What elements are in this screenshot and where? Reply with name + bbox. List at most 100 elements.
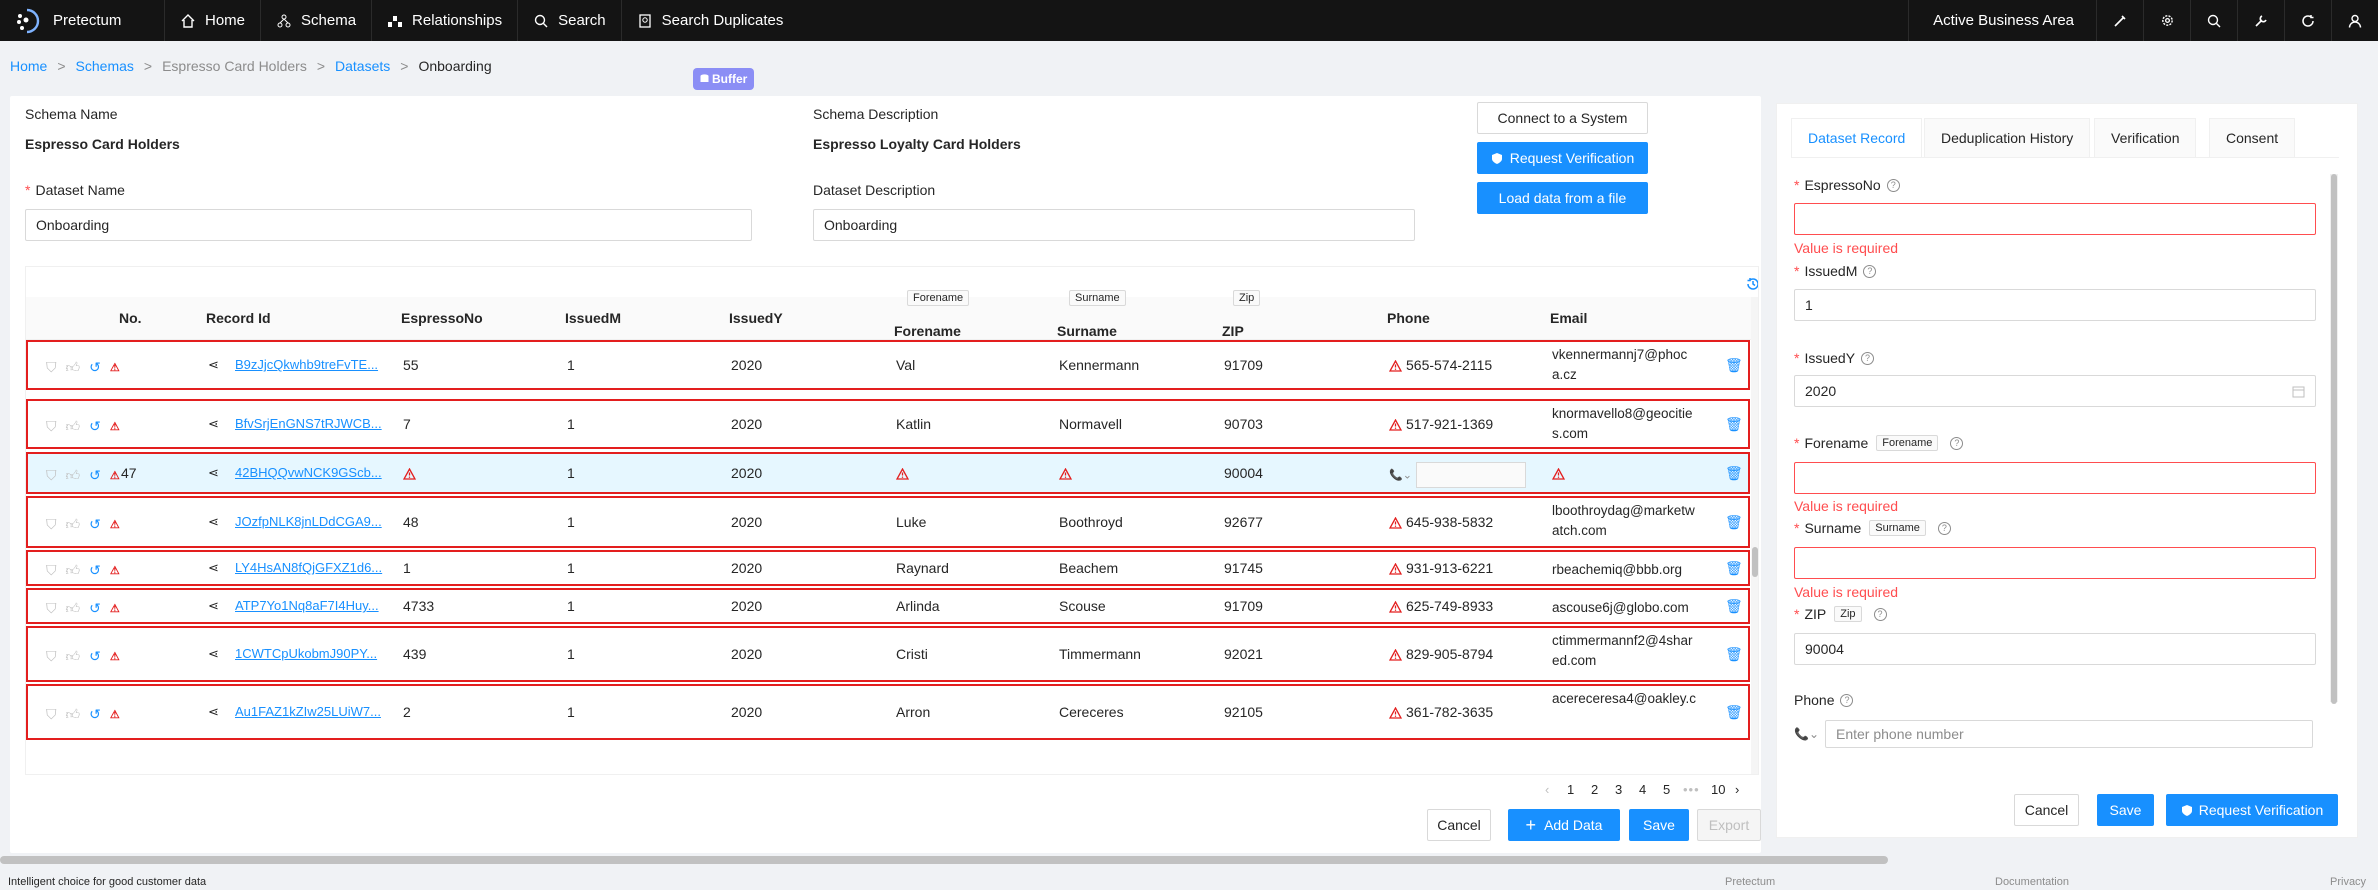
col-issuedm[interactable]: IssuedM — [565, 310, 621, 326]
error-flag-icon[interactable]: ⚠ — [110, 469, 120, 482]
user-button[interactable] — [2331, 0, 2378, 41]
next-page-icon[interactable]: › — [1735, 782, 1739, 797]
panel-cancel-button[interactable]: Cancel — [2014, 794, 2079, 826]
nav-relationships[interactable]: Relationships — [371, 0, 517, 41]
col-forename[interactable]: Forename — [894, 323, 961, 339]
record-id-link[interactable]: LY4HsAN8fQjGFXZ1d6... — [235, 560, 382, 575]
verify-shield-icon[interactable]: ⛉ — [46, 516, 57, 533]
error-flag-icon[interactable]: ⚠ — [110, 518, 120, 531]
record-id-link[interactable]: Au1FAZ1kZIw25LUiW7... — [235, 704, 381, 719]
verify-shield-icon[interactable]: ⛉ — [46, 600, 57, 617]
error-flag-icon[interactable]: ⚠ — [110, 708, 120, 721]
nav-search[interactable]: Search — [517, 0, 621, 41]
cancel-button[interactable]: Cancel — [1427, 809, 1491, 841]
refresh-button[interactable] — [2284, 0, 2331, 41]
verify-shield-icon[interactable]: ⛉ — [46, 648, 57, 665]
forename-input[interactable] — [1794, 462, 2316, 494]
footer-brand[interactable]: Pretectum — [1725, 876, 1775, 888]
history-icon[interactable]: ↺ — [89, 562, 101, 579]
page-4[interactable]: 4 — [1639, 782, 1646, 797]
error-flag-icon[interactable]: ⚠ — [110, 420, 120, 433]
col-phone[interactable]: Phone — [1387, 310, 1430, 326]
thumbs-up-icon[interactable]: 👍︎ — [66, 359, 81, 376]
share-icon[interactable]: ⋖ — [208, 514, 219, 530]
table-scrollbar[interactable] — [1751, 297, 1758, 774]
load-file-button[interactable]: Load data from a file — [1477, 182, 1648, 214]
trash-icon[interactable]: 🗑︎ — [1725, 704, 1743, 721]
table-row[interactable]: ⛉ 👍︎ ↺ ⚠ ⋖ JOzfpNLK8jnLDdCGA9... 48 1 2020 Luke Bo… — [26, 496, 1750, 548]
zip-input[interactable]: 90004 — [1794, 633, 2316, 665]
thumbs-up-icon[interactable]: 👍︎ — [66, 516, 81, 533]
table-row[interactable]: ⛉ 👍︎ ↺ ⚠ ⋖ B9zJjcQkwhb9treFvTE... 55 1 2020 Val Ke… — [26, 340, 1750, 390]
page-1[interactable]: 1 — [1567, 782, 1574, 797]
verify-shield-icon[interactable]: ⛉ — [46, 467, 57, 484]
request-verification-button[interactable]: Request Verification — [1477, 142, 1648, 174]
record-id-link[interactable]: B9zJjcQkwhb9treFvTE... — [235, 357, 378, 372]
trash-icon[interactable]: 🗑︎ — [1725, 598, 1743, 615]
share-icon[interactable]: ⋖ — [208, 465, 219, 481]
history-icon[interactable]: ↺ — [89, 359, 101, 376]
table-row[interactable]: ⛉ 👍︎ ↺ ⚠ ⋖ LY4HsAN8fQjGFXZ1d6... 1 1 2020 Raynard… — [26, 550, 1750, 586]
record-id-link[interactable]: JOzfpNLK8jnLDdCGA9... — [235, 514, 382, 529]
page-2[interactable]: 2 — [1591, 782, 1598, 797]
history-icon[interactable]: ↺ — [89, 600, 101, 617]
brand[interactable]: Pretectum — [0, 0, 164, 41]
table-row[interactable]: ⛉ 👍︎ ↺ ⚠ ⋖ 1CWTCpUkobmJ90PY... 439 1 2020 Cristi T… — [26, 626, 1750, 682]
col-record-id[interactable]: Record Id — [206, 310, 271, 326]
settings-button[interactable] — [2143, 0, 2190, 41]
phone-country-select[interactable]: 📞⌄ — [1794, 727, 1819, 741]
thumbs-up-icon[interactable]: 👍︎ — [66, 706, 81, 723]
verify-shield-icon[interactable]: ⛉ — [46, 706, 57, 723]
page-hscrollbar[interactable] — [0, 856, 1888, 864]
thumbs-up-icon[interactable]: 👍︎ — [66, 467, 81, 484]
col-zip[interactable]: ZIP — [1222, 323, 1244, 339]
page-5[interactable]: 5 — [1663, 782, 1670, 797]
trash-icon[interactable]: 🗑︎ — [1725, 560, 1743, 577]
thumbs-up-icon[interactable]: 👍︎ — [66, 600, 81, 617]
record-id-link[interactable]: ATP7Yo1Nq8aF7I4Huy... — [235, 598, 379, 613]
page-10[interactable]: 10 — [1711, 782, 1725, 797]
tab-deduplication-history[interactable]: Deduplication History — [1924, 118, 2091, 158]
dataset-description-input[interactable]: Onboarding — [813, 209, 1415, 241]
issuedm-input[interactable]: 1 — [1794, 289, 2316, 321]
admin-button[interactable] — [2237, 0, 2284, 41]
history-icon[interactable]: ↺ — [89, 516, 101, 533]
page-3[interactable]: 3 — [1615, 782, 1622, 797]
share-icon[interactable]: ⋖ — [208, 357, 219, 373]
verify-shield-icon[interactable]: ⛉ — [46, 359, 57, 376]
crumb-datasets[interactable]: Datasets — [335, 58, 390, 74]
page-jump[interactable]: ••• — [1683, 782, 1700, 797]
active-business-area[interactable]: Active Business Area — [1908, 0, 2096, 41]
trash-icon[interactable]: 🗑︎ — [1725, 416, 1743, 433]
buffer-badge[interactable]: Buffer — [693, 68, 755, 90]
surname-input[interactable] — [1794, 547, 2316, 579]
error-flag-icon[interactable]: ⚠ — [110, 650, 120, 663]
record-id-link[interactable]: 42BHQQvwNCK9GScb... — [235, 465, 382, 480]
history-icon[interactable]: ↺ — [89, 418, 101, 435]
phone-edit-field[interactable]: 📞⌄ — [1389, 462, 1526, 488]
tools-button[interactable] — [2096, 0, 2143, 41]
footer-documentation[interactable]: Documentation — [1995, 876, 2069, 888]
share-icon[interactable]: ⋖ — [208, 646, 219, 662]
panel-save-button[interactable]: Save — [2097, 794, 2154, 826]
share-icon[interactable]: ⋖ — [208, 704, 219, 720]
table-row[interactable]: ⛉ 👍︎ ↺ ⚠ ⋖ Au1FAZ1kZIw25LUiW7... 2 1 2020 Arron Ce… — [26, 684, 1750, 740]
verify-shield-icon[interactable]: ⛉ — [46, 562, 57, 579]
prev-page-icon[interactable]: ‹ — [1545, 782, 1549, 797]
dataset-name-input[interactable]: Onboarding — [25, 209, 752, 241]
share-icon[interactable]: ⋖ — [208, 416, 219, 432]
table-row[interactable]: ⛉ 👍︎ ↺ ⚠ ⋖ ATP7Yo1Nq8aF7I4Huy... 4733 1 2020 Arli… — [26, 588, 1750, 624]
thumbs-up-icon[interactable]: 👍︎ — [66, 562, 81, 579]
footer-privacy[interactable]: Privacy — [2330, 876, 2366, 888]
tab-consent[interactable]: Consent — [2209, 118, 2296, 158]
crumb-schemas[interactable]: Schemas — [76, 58, 134, 74]
issuedy-datepicker[interactable]: 2020 — [1794, 375, 2316, 407]
history-icon[interactable]: ↺ — [89, 467, 101, 484]
crumb-home[interactable]: Home — [10, 58, 47, 74]
col-issuedy[interactable]: IssuedY — [729, 310, 783, 326]
trash-icon[interactable]: 🗑︎ — [1725, 646, 1743, 663]
panel-request-verification-button[interactable]: Request Verification — [2166, 794, 2338, 826]
share-icon[interactable]: ⋖ — [208, 598, 219, 614]
add-data-button[interactable]: + Add Data — [1508, 809, 1620, 841]
thumbs-up-icon[interactable]: 👍︎ — [66, 418, 81, 435]
